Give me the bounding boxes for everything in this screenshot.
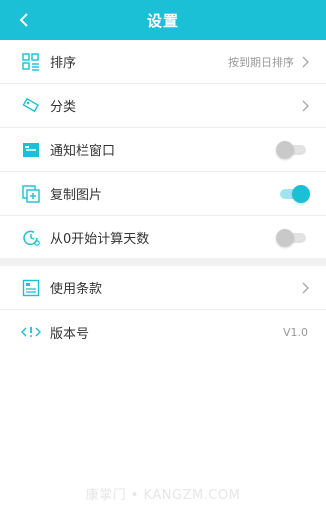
- notification-icon: [21, 140, 41, 160]
- settings-row-version: 版本号 V1.0: [0, 310, 326, 354]
- settings-row-category[interactable]: 分类: [0, 84, 326, 128]
- sort-label: 排序: [50, 56, 77, 71]
- version-label: 版本号: [50, 326, 90, 342]
- notification-toggle[interactable]: [276, 140, 306, 159]
- back-arrow-icon: [19, 13, 28, 27]
- sort-value: 按到期日排序: [228, 55, 294, 69]
- chevron-right-icon: [298, 99, 312, 113]
- chevron-right-icon: [298, 55, 312, 69]
- category-label: 分类: [50, 100, 77, 115]
- settings-row-start-from-zero[interactable]: 从0开始计算天数: [0, 216, 326, 260]
- sort-grid-icon: [21, 52, 41, 72]
- back-button[interactable]: [8, 4, 40, 36]
- toggle-knob: [276, 228, 294, 247]
- page-title: 设置: [146, 11, 179, 30]
- chevron-right-icon: [298, 281, 312, 295]
- code-icon: [21, 322, 41, 342]
- notification-label: 通知栏窗口: [50, 144, 116, 159]
- section-divider: [0, 258, 326, 266]
- top-bar: 设置: [0, 0, 326, 40]
- count-icon: [21, 228, 41, 248]
- watermark: 康掌门 • KANGZM.COM: [85, 488, 241, 503]
- start-from-zero-label: 从0开始计算天数: [50, 232, 150, 247]
- copy-image-label: 复制图片: [50, 188, 103, 203]
- start-from-zero-toggle[interactable]: [276, 228, 306, 247]
- version-value: V1.0: [282, 325, 308, 339]
- settings-row-sort[interactable]: 排序 按到期日排序: [0, 40, 326, 84]
- copy-image-icon: [21, 184, 41, 204]
- settings-row-notification[interactable]: 通知栏窗口: [0, 128, 326, 172]
- settings-row-terms[interactable]: 使用条款: [0, 266, 326, 310]
- terms-label: 使用条款: [50, 282, 103, 297]
- copy-image-toggle[interactable]: [280, 184, 310, 203]
- document-icon: [21, 278, 41, 298]
- settings-row-copy-image[interactable]: 复制图片: [0, 172, 326, 216]
- toggle-knob: [292, 184, 310, 203]
- toggle-knob: [276, 140, 294, 159]
- tag-icon: [21, 96, 41, 116]
